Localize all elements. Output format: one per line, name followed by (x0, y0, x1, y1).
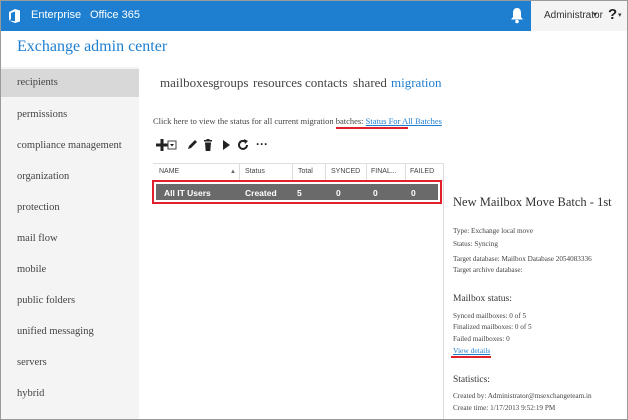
sidebar-item-protection[interactable]: protection (17, 202, 60, 213)
column-header-finalized[interactable]: FINAL... (371, 168, 397, 175)
edit-icon[interactable] (185, 138, 199, 152)
sidebar-item-unified-messaging[interactable]: unified messaging (17, 326, 94, 337)
detail-target-archive: Target archive database: (453, 266, 523, 274)
office-logo-icon[interactable] (7, 8, 21, 24)
column-separator (405, 164, 406, 180)
tab-migration[interactable]: migration (391, 75, 442, 91)
sort-ascending-icon: ▲ (230, 169, 236, 175)
nav-office-365[interactable]: Office 365 (90, 9, 140, 21)
help-icon: ? (608, 6, 618, 23)
chevron-down-icon: ▾ (593, 10, 598, 19)
detail-finalized-mailboxes: Finalized mailboxes: 0 of 5 (453, 323, 532, 331)
cell-failed: 0 (411, 188, 416, 198)
column-header-failed[interactable]: FAILED (410, 168, 434, 175)
dropdown-caret-icon[interactable] (167, 138, 177, 152)
app-title: Exchange admin center (17, 38, 168, 55)
chevron-down-icon: ▾ (618, 11, 622, 19)
detail-created-by: Created by: Administrator@msexchangeteam… (453, 392, 592, 400)
tab-contacts[interactable]: contacts (305, 75, 348, 91)
highlight-underline (336, 127, 408, 129)
sidebar-item-permissions[interactable]: permissions (17, 109, 67, 120)
cell-finalized: 0 (373, 188, 378, 198)
sidebar-item-organization[interactable]: organization (17, 171, 69, 182)
tab-groups[interactable]: groups (213, 75, 248, 91)
tab-resources[interactable]: resources (253, 75, 302, 91)
column-header-status[interactable]: Status (245, 168, 265, 175)
mailbox-status-heading: Mailbox status: (453, 294, 512, 304)
detail-failed-mailboxes: Failed mailboxes: 0 (453, 335, 510, 343)
highlight-underline (451, 356, 491, 358)
more-icon[interactable]: ··· (256, 137, 270, 151)
column-header-name[interactable]: NAME (159, 168, 179, 175)
sidebar-item-servers[interactable]: servers (17, 357, 47, 368)
refresh-icon[interactable] (236, 138, 250, 152)
column-separator (239, 164, 240, 180)
sidebar-item-mail-flow[interactable]: mail flow (17, 233, 58, 244)
sidebar-item-recipients[interactable]: recipients (17, 77, 58, 88)
details-title: New Mailbox Move Batch - 1st (453, 195, 612, 209)
cell-synced: 0 (336, 188, 341, 198)
sidebar-item-hybrid[interactable]: hybrid (17, 388, 44, 399)
status-all-batches-link[interactable]: Status For All Batches (366, 116, 442, 126)
tab-mailboxes[interactable]: mailboxes (160, 75, 213, 91)
delete-icon[interactable] (201, 138, 215, 152)
migration-info: Click here to view the status for all cu… (153, 116, 442, 126)
column-separator (325, 164, 326, 180)
detail-create-time: Create time: 1/17/2013 9:52:19 PM (453, 404, 556, 412)
column-separator (292, 164, 293, 180)
detail-status: Status: Syncing (453, 240, 498, 248)
cell-total: 5 (297, 188, 302, 198)
cell-name: All IT Users (164, 188, 211, 198)
top-bar: Enterprise Office 365 Administrator ▾ ? … (1, 1, 627, 31)
account-menu[interactable]: Administrator ▾ (531, 1, 603, 31)
view-details-link[interactable]: View details (453, 346, 490, 355)
migration-batches-grid: NAME ▲ Status Total SYNCED FINAL... FAIL… (152, 163, 444, 419)
sidebar: recipients permissions compliance manage… (1, 67, 139, 419)
info-text: Click here to view the status for all cu… (153, 116, 364, 126)
sidebar-item-public-folders[interactable]: public folders (17, 295, 75, 306)
cell-status: Created (245, 188, 277, 198)
help-menu[interactable]: ? ▾ (603, 1, 627, 31)
detail-synced-mailboxes: Synced mailboxes: 0 of 5 (453, 312, 527, 320)
bell-icon[interactable] (510, 7, 524, 24)
statistics-heading: Statistics: (453, 375, 490, 385)
table-row[interactable]: All IT Users Created 5 0 0 0 (152, 180, 442, 204)
sidebar-item-compliance-management[interactable]: compliance management (17, 140, 122, 151)
column-header-synced[interactable]: SYNCED (331, 168, 360, 175)
tab-shared[interactable]: shared (353, 75, 387, 91)
grid-header: NAME ▲ Status Total SYNCED FINAL... FAIL… (153, 163, 443, 181)
window: Enterprise Office 365 Administrator ▾ ? … (0, 0, 628, 420)
detail-type: Type: Exchange local move (453, 227, 533, 235)
detail-target-database: Target database: Mailbox Database 205408… (453, 255, 592, 263)
column-separator (366, 164, 367, 180)
column-header-total[interactable]: Total (298, 168, 313, 175)
start-icon[interactable] (219, 138, 233, 152)
nav-enterprise[interactable]: Enterprise (31, 9, 81, 21)
sidebar-item-mobile[interactable]: mobile (17, 264, 46, 275)
